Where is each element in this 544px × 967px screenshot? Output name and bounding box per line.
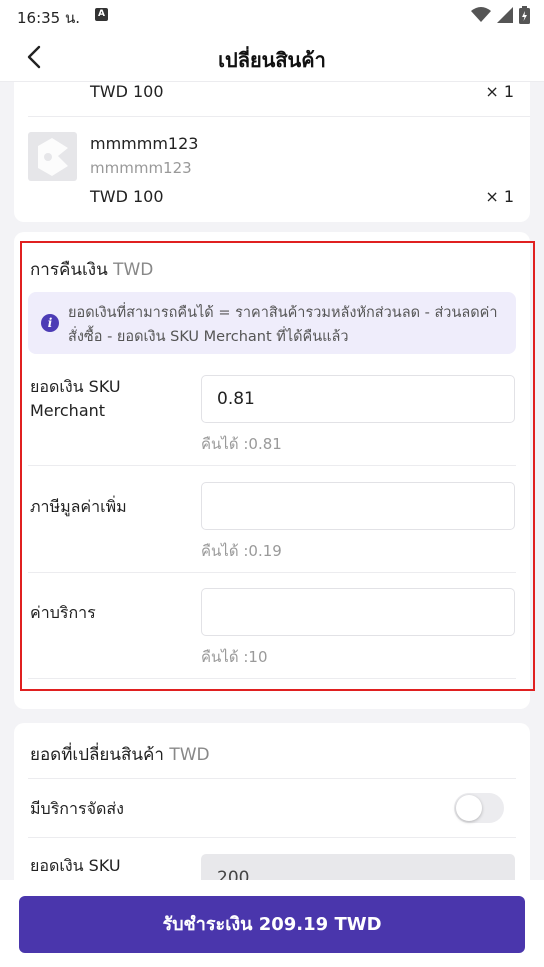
- product-variant: mmmmm123: [90, 159, 192, 177]
- keyboard-a-icon: A: [95, 8, 108, 21]
- placeholder-logo-icon: [38, 138, 68, 176]
- shipping-label: มีบริการจัดส่ง: [30, 799, 124, 818]
- first-item-price: TWD 100: [90, 82, 164, 101]
- product-thumbnail: [28, 132, 77, 181]
- product-price: TWD 100: [90, 187, 164, 206]
- refund-highlight-frame: [20, 241, 535, 691]
- bottom-bar: รับชำระเงิน 209.19 TWD: [0, 880, 544, 967]
- page-title: เปลี่ยนสินค้า: [218, 48, 326, 72]
- divider: [28, 116, 530, 117]
- app-bar: เปลี่ยนสินค้า: [0, 32, 544, 82]
- divider: [28, 837, 516, 838]
- shipping-toggle[interactable]: [454, 793, 504, 823]
- product-qty: × 1: [485, 187, 514, 206]
- exchange-title-text: ยอดที่เปลี่ยนสินค้า: [30, 745, 164, 765]
- exchange-sku-label: ยอดเงิน SKU: [30, 856, 121, 875]
- product-name: mmmmm123: [90, 134, 199, 153]
- divider: [28, 778, 516, 779]
- first-item-qty: × 1: [485, 82, 514, 101]
- pay-button[interactable]: รับชำระเงิน 209.19 TWD: [19, 896, 525, 953]
- status-bar: 16:35 น. A: [0, 0, 544, 32]
- wifi-icon: [471, 7, 491, 22]
- exchange-section-title: ยอดที่เปลี่ยนสินค้า TWD: [30, 741, 210, 768]
- battery-icon: [519, 6, 530, 24]
- signal-icon: [497, 7, 513, 23]
- status-time: 16:35 น.: [17, 9, 81, 27]
- exchange-currency: TWD: [169, 745, 210, 765]
- toggle-knob: [456, 795, 482, 821]
- system-icons: [471, 5, 530, 25]
- product-list-card: TWD 100 × 1 mmmmm123 mmmmm123 TWD 100 × …: [14, 82, 530, 222]
